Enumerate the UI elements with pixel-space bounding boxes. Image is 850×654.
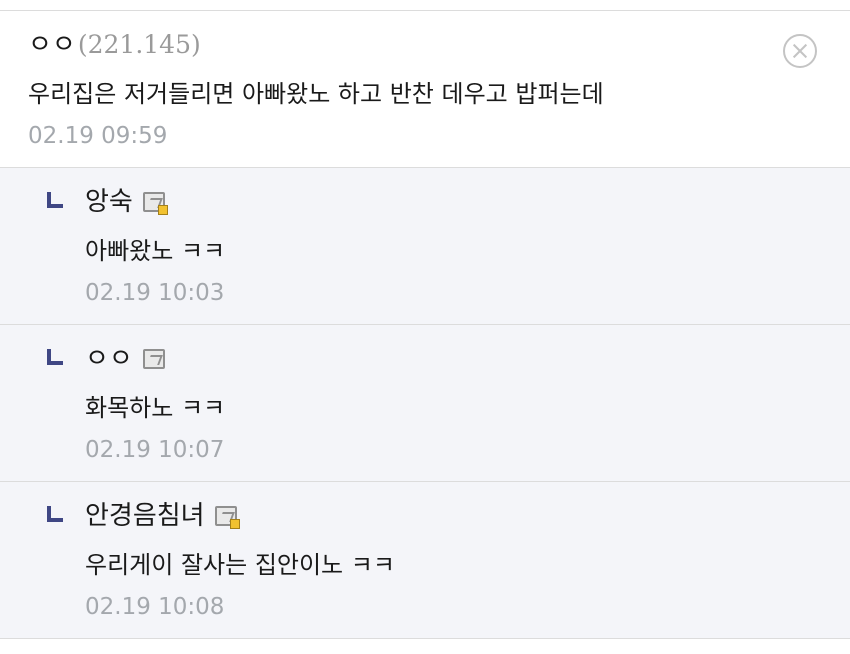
reply-text: 화목하노 ㅋㅋ	[85, 394, 226, 422]
reply-author: 안경음침녀	[85, 500, 240, 532]
reply-arrow-icon	[47, 192, 63, 208]
close-circle-icon[interactable]	[783, 34, 817, 68]
fixed-nick-icon	[214, 506, 240, 529]
reply-author: 앙숙	[85, 186, 168, 218]
reply-item: 안경음침녀 우리게이 잘사는 집안이노 ㅋㅋ 02.19 10:08	[0, 482, 850, 639]
comment: ㅇㅇ (221.145) 우리집은 저거들리면 아빠왔노 하고 반찬 데우고 밥…	[0, 11, 850, 168]
nickname[interactable]: ㅇㅇ	[85, 343, 133, 375]
reply-arrow-icon	[47, 349, 63, 365]
reply-item: 앙숙 아빠왔노 ㅋㅋ 02.19 10:03	[0, 168, 850, 325]
member-badge-dot	[157, 205, 168, 215]
fixed-nick-icon	[142, 192, 168, 215]
comment-timestamp: 02.19 09:59	[28, 123, 168, 149]
reply-timestamp: 02.19 10:07	[85, 437, 225, 463]
reply-item: ㅇㅇ 화목하노 ㅋㅋ 02.19 10:07	[0, 325, 850, 482]
comment-author: ㅇㅇ (221.145)	[28, 29, 201, 61]
ip-address: (221.145)	[77, 30, 201, 59]
semi-fixed-nick-icon	[142, 349, 165, 369]
comment-text: 우리집은 저거들리면 아빠왔노 하고 반찬 데우고 밥퍼는데	[28, 80, 604, 108]
nickname[interactable]: 앙숙	[85, 186, 133, 218]
member-badge-dot	[229, 519, 240, 529]
comment-thread: ㅇㅇ (221.145) 우리집은 저거들리면 아빠왔노 하고 반찬 데우고 밥…	[0, 0, 850, 654]
nickname[interactable]: ㅇㅇ	[28, 29, 76, 61]
reply-text: 우리게이 잘사는 집안이노 ㅋㅋ	[85, 551, 395, 579]
reply-text: 아빠왔노 ㅋㅋ	[85, 237, 226, 265]
reply-timestamp: 02.19 10:03	[85, 280, 225, 306]
nickname[interactable]: 안경음침녀	[85, 500, 205, 532]
reply-arrow-icon	[47, 506, 63, 522]
reply-author: ㅇㅇ	[85, 343, 165, 375]
reply-timestamp: 02.19 10:08	[85, 594, 225, 620]
